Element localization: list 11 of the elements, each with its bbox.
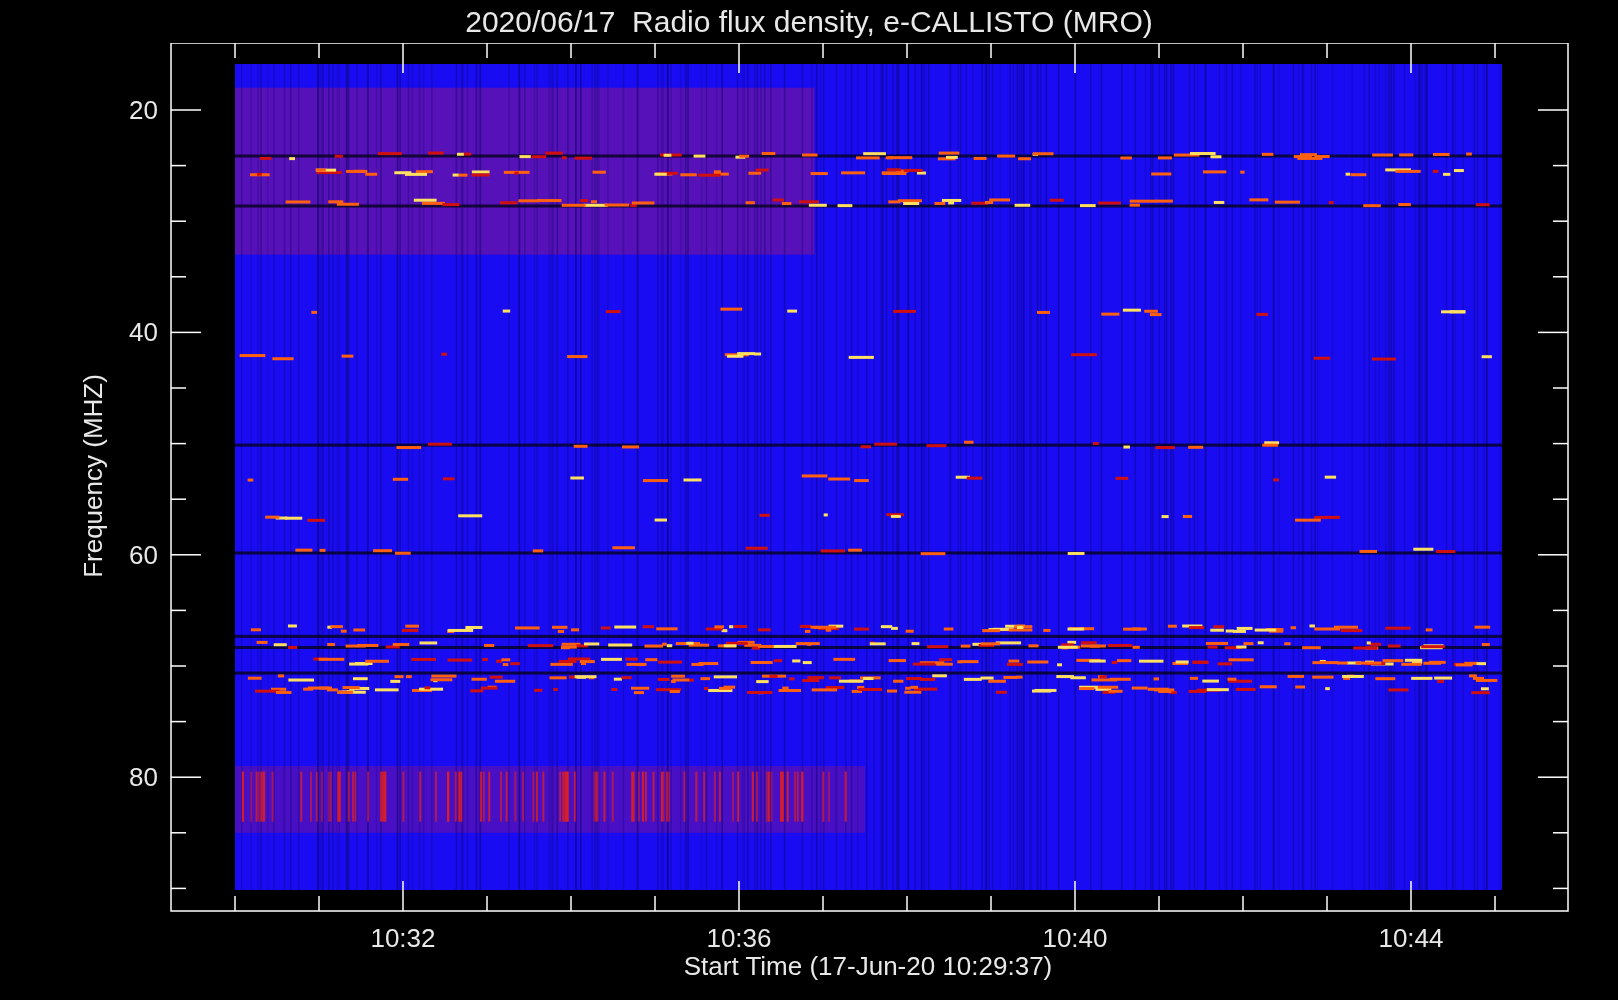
x-tick-label: 10:44: [1378, 923, 1444, 953]
y-tick-label: 20: [129, 95, 158, 125]
y-axis-label: Frequency (MHZ): [78, 374, 108, 578]
x-axis-label: Start Time (17-Jun-20 10:29:37): [683, 951, 1053, 981]
y-tick-label: 60: [129, 539, 158, 570]
y-tick-label: 40: [129, 317, 158, 348]
x-tick-label: 10:32: [370, 923, 436, 953]
chart-title: 2020/06/17 Radio flux density, e-CALLISTO (MRO): [465, 6, 1153, 37]
x-tick-label: 10:40: [1042, 923, 1108, 953]
y-tick-label: 80: [129, 762, 158, 793]
x-tick-label: 10:36: [706, 923, 772, 953]
